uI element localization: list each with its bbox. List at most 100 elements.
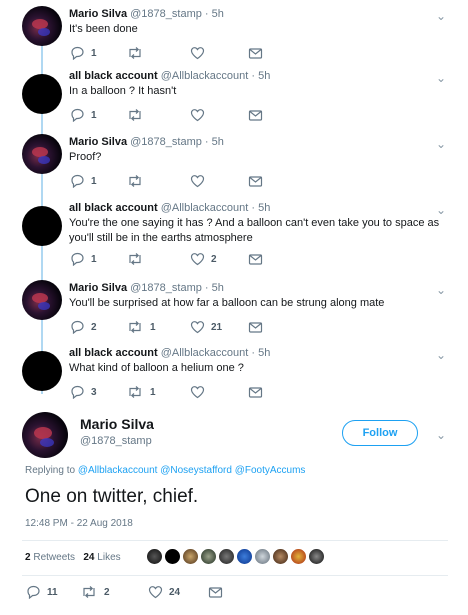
message-button[interactable] [248,46,263,60]
tweet-time[interactable]: 5h [258,70,270,82]
chevron-down-icon[interactable]: ⌄ [436,10,446,22]
author-name[interactable]: Mario Silva [69,136,127,148]
avatar[interactable] [22,206,62,246]
message-button[interactable] [248,320,263,334]
avatar[interactable] [22,134,62,174]
like-button[interactable] [190,385,211,399]
avatar[interactable] [308,548,325,565]
like-button[interactable]: 24 [148,585,180,599]
chevron-down-icon[interactable]: ⌄ [436,138,446,150]
retweet-button[interactable]: 1 [126,385,156,399]
retweets-stat[interactable]: 2 Retweets [25,552,75,563]
avatar[interactable] [290,548,307,565]
retweet-button[interactable]: 1 [126,320,156,334]
mention-link[interactable]: @FootyAccums [235,465,306,476]
retweet-button[interactable] [126,108,150,122]
avatar[interactable] [164,548,181,565]
like-button[interactable] [190,46,211,60]
reply-button[interactable]: 1 [70,108,97,122]
reply-button[interactable]: 1 [70,252,97,266]
reply-button[interactable]: 1 [70,174,97,188]
chevron-down-icon[interactable]: ⌄ [436,349,446,361]
tweet-time[interactable]: 5h [212,136,224,148]
tweet-text: You'll be surprised at how far a balloon… [69,297,385,309]
like-button[interactable]: 21 [190,320,222,334]
author-handle[interactable]: @1878_stamp [130,282,202,294]
tweet-text: Proof? [69,151,102,163]
tweet-actions: 31 [70,385,270,399]
mention-link[interactable]: @Noseystafford [160,465,232,476]
avatar[interactable] [146,548,163,565]
message-button[interactable] [248,385,263,399]
separator-dot: · [204,136,209,148]
author-name[interactable]: all black account [69,70,158,82]
avatar[interactable] [22,280,62,320]
reply-count: 1 [91,175,97,187]
follow-button[interactable]: Follow [342,420,418,446]
like-button[interactable]: 2 [190,252,217,266]
message-button[interactable] [248,108,263,122]
mention-link[interactable]: @Allblackaccount [78,465,158,476]
message-button[interactable] [248,174,263,188]
separator-dot: · [204,282,209,294]
chevron-down-icon[interactable]: ⌄ [436,72,446,84]
likes-stat[interactable]: 24 Likes [83,552,120,563]
author-handle[interactable]: @Allblackaccount [161,347,249,359]
tweet-header: all black account @Allblackaccount · 5h [69,202,270,214]
author-handle[interactable]: @1878_stamp [80,435,152,447]
retweet-button[interactable] [126,174,150,188]
avatar[interactable] [22,74,62,114]
author-name[interactable]: Mario Silva [80,416,154,432]
retweet-icon [126,174,144,188]
retweet-icon [126,108,144,122]
message-button[interactable] [248,252,263,266]
avatar[interactable] [22,351,62,391]
reply-button[interactable]: 2 [70,320,97,334]
avatar[interactable] [236,548,253,565]
tweet[interactable]: all black account @Allblackaccount · 5h ⌄… [0,202,468,266]
author-handle[interactable]: @Allblackaccount [161,70,249,82]
tweet[interactable]: all black account @Allblackaccount · 5h ⌄… [0,70,468,130]
tweet-time[interactable]: 5h [212,8,224,20]
reply-button[interactable]: 11 [26,585,58,599]
chevron-down-icon[interactable]: ⌄ [436,428,446,442]
reply-count: 1 [91,253,97,265]
author-name[interactable]: all black account [69,347,158,359]
reply-button[interactable]: 1 [70,46,97,60]
author-handle[interactable]: @1878_stamp [130,8,202,20]
avatar[interactable] [182,548,199,565]
retweet-button[interactable] [126,46,150,60]
heart-icon [190,174,205,188]
avatar[interactable] [272,548,289,565]
avatar[interactable] [200,548,217,565]
retweet-icon [126,320,144,334]
tweet[interactable]: Mario Silva @1878_stamp · 5h ⌄ You'll be s… [0,280,468,342]
tweet-timestamp[interactable]: 12:48 PM - 22 Aug 2018 [25,518,133,529]
author-name[interactable]: Mario Silva [69,282,127,294]
retweet-button[interactable]: 2 [80,585,110,599]
tweet-time[interactable]: 5h [258,202,270,214]
retweet-count: 2 [104,586,110,598]
author-handle[interactable]: @Allblackaccount [161,202,249,214]
like-button[interactable] [190,108,211,122]
tweet[interactable]: Mario Silva @1878_stamp · 5h ⌄ Proof? 1 [0,134,468,196]
avatar[interactable] [22,6,62,46]
tweet[interactable]: Mario Silva @1878_stamp · 5h ⌄ It's been d… [0,6,468,68]
message-button[interactable] [208,585,223,599]
tweet-time[interactable]: 5h [212,282,224,294]
tweet[interactable]: all black account @Allblackaccount · 5h ⌄… [0,347,468,407]
like-button[interactable] [190,174,211,188]
chevron-down-icon[interactable]: ⌄ [436,284,446,296]
reply-button[interactable]: 3 [70,385,97,399]
retweet-button[interactable] [126,252,150,266]
avatar[interactable] [22,412,68,458]
author-name[interactable]: Mario Silva [69,8,127,20]
tweet-time[interactable]: 5h [258,347,270,359]
tweet-header: Mario Silva @1878_stamp · 5h [69,136,224,148]
chevron-down-icon[interactable]: ⌄ [436,204,446,216]
avatar[interactable] [254,548,271,565]
author-name[interactable]: all black account [69,202,158,214]
avatar[interactable] [218,548,235,565]
envelope-icon [248,252,263,266]
author-handle[interactable]: @1878_stamp [130,136,202,148]
